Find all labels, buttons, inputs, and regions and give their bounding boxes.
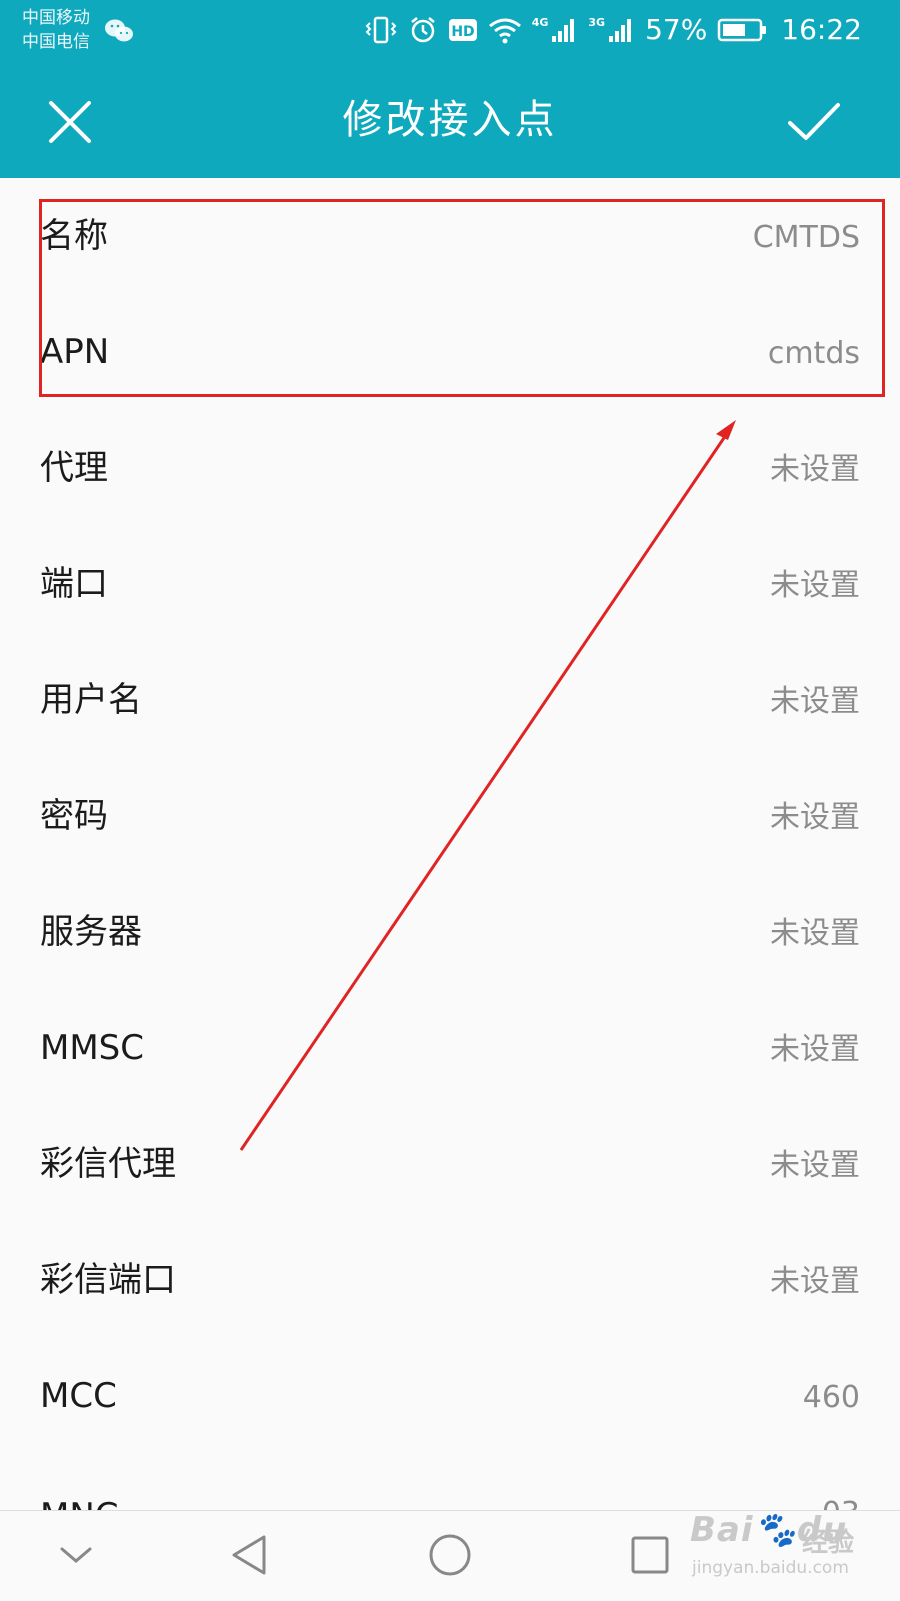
field-label: 彩信代理: [40, 1144, 176, 1184]
field-value: 未设置: [770, 1264, 860, 1299]
apn-field-mmsc[interactable]: MMSC 未设置: [0, 990, 900, 1106]
apn-settings-list: 名称 CMTDS APN cmtds 代理 未设置 端口 未设置 用户名 未设置…: [0, 178, 900, 1570]
carrier-info: 中国移动 中国电信: [22, 6, 90, 54]
apn-field-mcc[interactable]: MCC 460: [0, 1338, 900, 1454]
app-header: 中国移动 中国电信 HD 4G 3G 57% 16:22 修改接入点: [0, 0, 900, 178]
clock: 16:22: [781, 13, 862, 46]
wechat-icon: [104, 18, 134, 48]
field-value: 未设置: [770, 684, 860, 719]
home-button[interactable]: [418, 1525, 482, 1585]
hide-nav-button[interactable]: [44, 1525, 108, 1585]
apn-field-mms-proxy[interactable]: 彩信代理 未设置: [0, 1106, 900, 1222]
field-label: 用户名: [40, 680, 142, 720]
field-value: CMTDS: [752, 220, 860, 255]
network-1-label: 4G: [531, 15, 549, 29]
title-bar: 修改接入点: [0, 62, 900, 178]
alarm-icon: [408, 15, 438, 45]
apn-field-apn[interactable]: APN cmtds: [0, 294, 900, 410]
wifi-icon: [488, 16, 522, 44]
network-2-label: 3G: [588, 15, 606, 29]
field-value: 未设置: [770, 800, 860, 835]
vibrate-icon: [364, 15, 398, 45]
page-title: 修改接入点: [342, 97, 558, 143]
field-value: 未设置: [770, 1032, 860, 1067]
field-label: APN: [40, 332, 110, 372]
apn-field-proxy[interactable]: 代理 未设置: [0, 410, 900, 526]
apn-field-port[interactable]: 端口 未设置: [0, 526, 900, 642]
apn-field-server[interactable]: 服务器 未设置: [0, 874, 900, 990]
field-label: 端口: [40, 564, 108, 604]
field-label: 密码: [40, 796, 108, 836]
battery-percent: 57%: [645, 13, 708, 46]
home-icon: [429, 1534, 471, 1576]
svg-text:HD: HD: [451, 24, 474, 40]
carrier-1: 中国移动: [22, 8, 90, 28]
field-label: 代理: [40, 448, 108, 488]
back-button[interactable]: [218, 1525, 282, 1585]
status-bar: 中国移动 中国电信 HD 4G 3G 57% 16:22: [0, 0, 900, 62]
back-icon: [232, 1535, 266, 1575]
battery-icon: [717, 17, 767, 43]
recents-icon: [631, 1536, 669, 1574]
system-nav-bar: [0, 1510, 900, 1601]
confirm-button[interactable]: [784, 92, 844, 152]
field-label: 彩信端口: [40, 1260, 176, 1300]
field-label: 名称: [40, 216, 108, 256]
field-value: 460: [802, 1380, 860, 1415]
field-value: 未设置: [770, 1148, 860, 1183]
field-value: 未设置: [770, 916, 860, 951]
apn-field-name[interactable]: 名称 CMTDS: [0, 178, 900, 294]
chevron-down-icon: [60, 1547, 92, 1563]
recents-button[interactable]: [618, 1525, 682, 1585]
carrier-2: 中国电信: [22, 32, 90, 52]
hd-icon: HD: [448, 17, 478, 43]
apn-field-password[interactable]: 密码 未设置: [0, 758, 900, 874]
field-label: MMSC: [40, 1028, 144, 1068]
field-label: MCC: [40, 1376, 117, 1416]
signal-icon: [550, 16, 578, 44]
field-value: 未设置: [770, 568, 860, 603]
check-icon: [788, 103, 840, 140]
field-value: cmtds: [767, 336, 860, 371]
status-icons: HD 4G 3G 57% 16:22: [364, 12, 862, 48]
apn-field-username[interactable]: 用户名 未设置: [0, 642, 900, 758]
apn-field-mms-port[interactable]: 彩信端口 未设置: [0, 1222, 900, 1338]
field-label: 服务器: [40, 912, 142, 952]
signal-icon: [607, 16, 635, 44]
field-value: 未设置: [770, 452, 860, 487]
